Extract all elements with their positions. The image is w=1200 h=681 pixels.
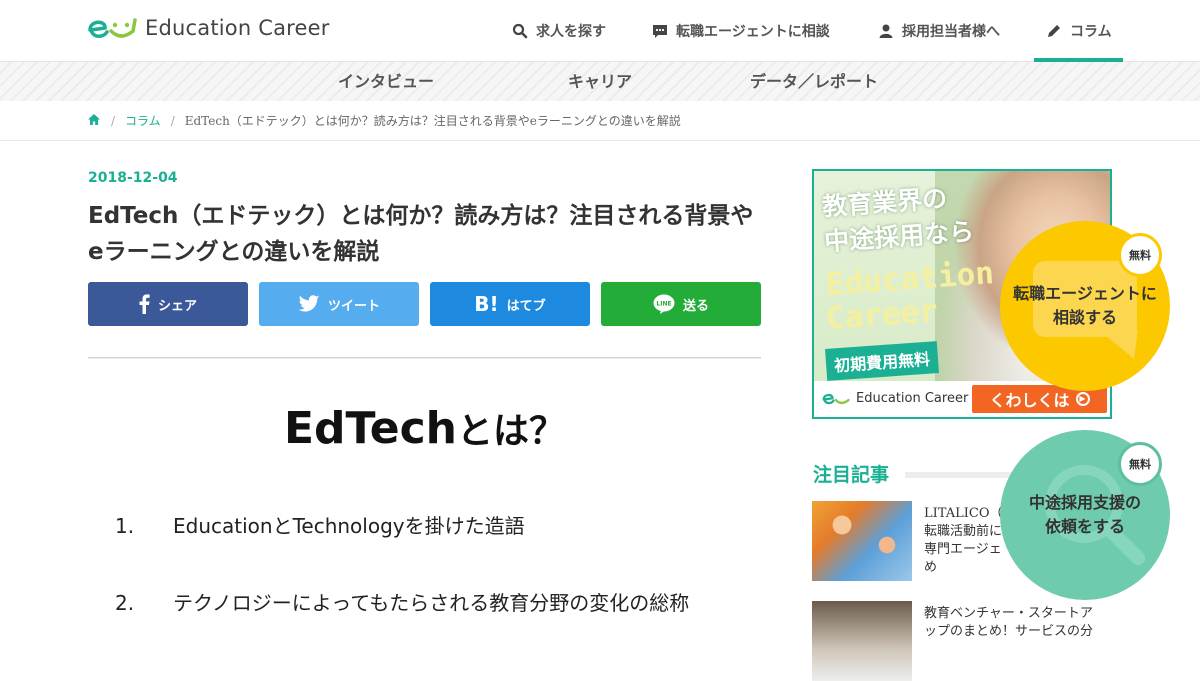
breadcrumb-separator: / xyxy=(111,113,116,128)
nav-label: 採用担当者様へ xyxy=(902,24,1000,40)
list-number: 2. xyxy=(115,591,135,615)
article-date: 2018-12-04 xyxy=(88,170,178,186)
breadcrumb-current: EdTech（エドテック）とは何か？読み方は？注目される背景やeラーニングとの違… xyxy=(184,114,681,128)
free-badge: 無料 xyxy=(1118,233,1162,277)
share-label: シェア xyxy=(157,298,197,314)
share-label: ツイート xyxy=(327,298,380,314)
site-header: Education Career 求人を探す 転職エージェントに相談 採用担当者… xyxy=(0,0,1200,62)
float-label-line: 相談する xyxy=(1052,308,1117,327)
logo-mark-icon xyxy=(822,393,850,405)
category-subnav: インタビュー キャリア データ／レポート xyxy=(0,62,1200,101)
chevron-right-icon: ▶ xyxy=(1075,392,1090,406)
nav-agent-consult[interactable]: 転職エージェントに相談 xyxy=(652,0,830,62)
article-divider xyxy=(88,357,761,359)
user-icon xyxy=(879,24,893,38)
free-badge: 無料 xyxy=(1118,442,1162,486)
float-label-line: 依頼をする xyxy=(1044,517,1125,536)
breadcrumb-column[interactable]: コラム xyxy=(125,112,161,129)
article-hero-heading: EdTechとは？ xyxy=(88,402,761,454)
banner-logo: Education Career xyxy=(822,390,968,406)
search-icon xyxy=(512,23,528,39)
list-text: EducationとTechnologyを掛けた造語 xyxy=(173,514,525,538)
line-icon: LINE xyxy=(653,294,675,314)
nav-search-jobs[interactable]: 求人を探す xyxy=(512,0,606,62)
article-title: EdTech（エドテック）とは何か？読み方は？注目される背景やeラーニングとの違… xyxy=(88,203,754,265)
logo-mark-icon xyxy=(88,18,137,38)
hero-heading-main: EdTech xyxy=(284,403,457,454)
chat-icon xyxy=(653,25,667,38)
breadcrumb-separator: / xyxy=(170,113,175,128)
share-twitter-button[interactable]: ツイート xyxy=(259,282,419,326)
agent-consult-float-button[interactable]: 無料 転職エージェントに 相談する xyxy=(1000,221,1170,391)
pencil-icon xyxy=(1048,25,1060,37)
share-label: はてブ xyxy=(506,298,546,314)
share-facebook-button[interactable]: シェア xyxy=(88,282,248,326)
popular-article-thumbnail[interactable] xyxy=(812,501,912,581)
popular-articles-heading: 注目記事 xyxy=(813,464,890,486)
banner-cta-label: くわしくは xyxy=(989,391,1070,410)
nav-column[interactable]: コラム xyxy=(1034,0,1123,62)
popular-article-thumbnail[interactable] xyxy=(812,601,912,681)
home-icon xyxy=(88,113,100,125)
twitter-bird-icon xyxy=(298,295,320,312)
subnav-data-report[interactable]: データ／レポート xyxy=(750,62,878,101)
share-hatena-button[interactable]: B! はてブ xyxy=(430,282,590,326)
subnav-career[interactable]: キャリア xyxy=(568,62,632,101)
site-logo[interactable]: Education Career xyxy=(87,14,330,41)
subnav-interview[interactable]: インタビュー xyxy=(338,62,434,101)
logo-text: Education Career xyxy=(145,15,330,40)
list-item: 2. テクノロジーによってもたらされる教育分野の変化の総称 xyxy=(115,587,689,616)
hatena-bookmark-icon: B! xyxy=(474,292,499,316)
popular-article-title[interactable]: 教育ベンチャー・スタートア ップのまとめ！サービスの分 xyxy=(924,605,1104,641)
list-text: テクノロジーによってもたらされる教育分野の変化の総称 xyxy=(173,591,690,615)
nav-label: 求人を探す xyxy=(536,24,606,40)
banner-logo-text: Education Career xyxy=(856,390,969,406)
banner-free-badge: 初期費用無料 xyxy=(825,341,939,381)
list-item: 1. EducationとTechnologyを掛けた造語 xyxy=(115,510,525,539)
breadcrumb: / コラム / EdTech（エドテック）とは何か？読み方は？注目される背景やe… xyxy=(87,112,681,129)
breadcrumb-home[interactable] xyxy=(87,113,101,129)
hero-heading-tail: とは？ xyxy=(456,411,565,452)
bubble-tail-icon xyxy=(1098,329,1138,359)
svg-text:LINE: LINE xyxy=(656,301,671,308)
share-line-button[interactable]: LINE 送る xyxy=(601,282,761,326)
nav-label: コラム xyxy=(1070,24,1112,40)
nav-for-recruiters[interactable]: 採用担当者様へ xyxy=(878,0,1000,62)
list-number: 1. xyxy=(115,514,135,538)
banner-brand-2: Career xyxy=(824,293,940,337)
share-label: 送る xyxy=(682,298,709,314)
facebook-icon xyxy=(139,294,150,314)
float-label-line: 中途採用支援の xyxy=(1028,493,1141,512)
breadcrumb-divider xyxy=(0,140,1200,141)
nav-label: 転職エージェントに相談 xyxy=(676,24,830,40)
float-label: 中途採用支援の 依頼をする xyxy=(1029,491,1141,539)
recruit-support-float-button[interactable]: 無料 中途採用支援の 依頼をする xyxy=(1000,430,1170,600)
float-label: 転職エージェントに 相談する xyxy=(1013,282,1157,330)
float-label-line: 転職エージェントに xyxy=(1013,284,1157,303)
